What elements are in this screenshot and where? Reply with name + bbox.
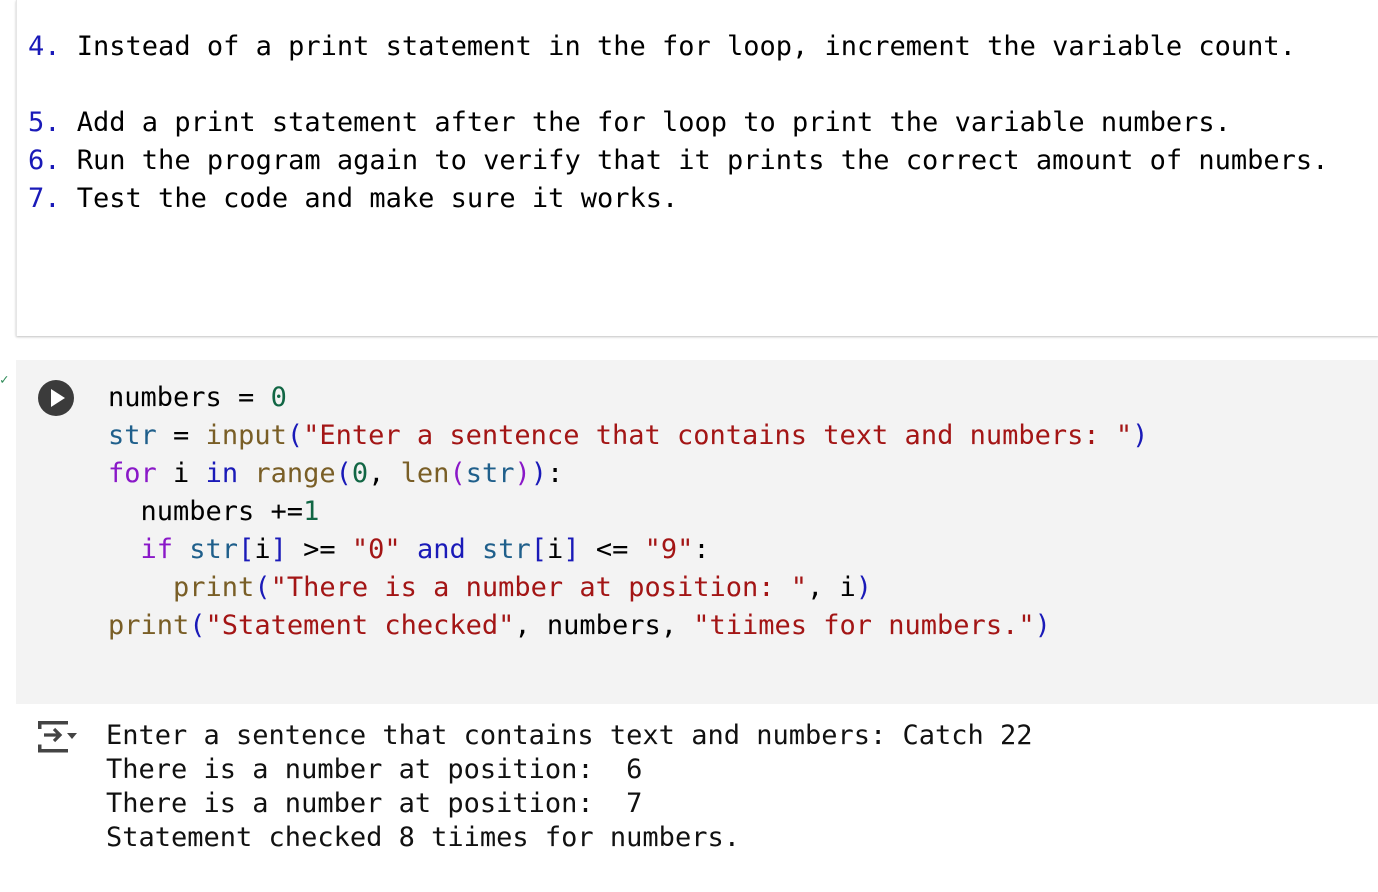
output-line-3: There is a number at position: 7	[106, 788, 643, 819]
list-item-text: Test the code and make sure it works.	[76, 183, 679, 214]
list-item-text: Run the program again to verify that it …	[76, 145, 1329, 176]
code-line-6[interactable]: print("There is a number at position: ",…	[108, 569, 872, 607]
code-line-3[interactable]: for i in range(0, len(str)):	[108, 455, 563, 493]
code-line-7[interactable]: print("Statement checked", numbers, "tii…	[108, 607, 1051, 645]
list-item-text: Add a print statement after the for loop…	[76, 107, 1231, 138]
list-item-5: 5. Add a print statement after the for l…	[28, 104, 1231, 142]
list-item-4: 4. Instead of a print statement in the f…	[28, 28, 1296, 66]
output-line-4: Statement checked 8 tiimes for numbers.	[106, 822, 740, 853]
code-line-4[interactable]: numbers +=1	[108, 493, 320, 531]
list-item-number: 5.	[28, 107, 61, 138]
output-toggle-icon[interactable]	[36, 718, 78, 756]
list-item-text: Instead of a print statement in the for …	[76, 31, 1296, 62]
list-item-6: 6. Run the program again to verify that …	[28, 142, 1328, 180]
code-line-2[interactable]: str = input("Enter a sentence that conta…	[108, 417, 1148, 455]
list-item-number: 4.	[28, 31, 61, 62]
output-line-2: There is a number at position: 6	[106, 754, 643, 785]
list-item-7: 7. Test the code and make sure it works.	[28, 180, 678, 218]
list-item-number: 7.	[28, 183, 61, 214]
play-icon[interactable]	[38, 380, 74, 416]
code-line-1[interactable]: numbers = 0	[108, 379, 287, 417]
code-line-5[interactable]: if str[i] >= "0" and str[i] <= "9":	[108, 531, 710, 569]
output-line-1: Enter a sentence that contains text and …	[106, 720, 1033, 751]
list-item-number: 6.	[28, 145, 61, 176]
checkmark-icon: ✓	[0, 372, 9, 388]
